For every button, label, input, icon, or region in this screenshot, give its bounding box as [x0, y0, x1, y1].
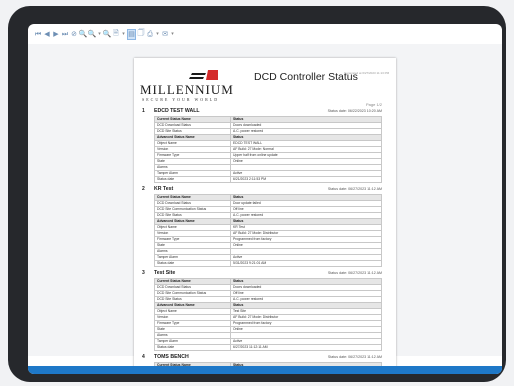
- table-row: Status date 5/31/2023 9:21:01 AM: [154, 260, 382, 267]
- status-table: Current Status Name Status DCD Download St…: [154, 116, 382, 183]
- status-date: Status date: 06/22/2023 10:20 AM: [327, 109, 382, 113]
- last-page-icon[interactable]: ⏭: [61, 28, 69, 40]
- status-table: Current Status Name Status DCD Download St…: [154, 194, 382, 267]
- first-page-icon[interactable]: ⏮: [34, 28, 42, 40]
- status-value-cell: 6/21/2023 2:11:53 PM: [230, 176, 382, 183]
- controller-section: 3 Test Site Status date: 06/27/2023 11:12 …: [142, 270, 382, 351]
- logo-mark-icon: [189, 70, 218, 80]
- chevron-down-icon[interactable]: ▾: [170, 28, 175, 40]
- page-view-icon[interactable]: ▤: [127, 28, 136, 40]
- status-name-cell: Status date: [154, 260, 231, 267]
- status-sections: 1 EDCD TEST WALL Status date: 06/22/2023 1…: [142, 108, 382, 368]
- report-viewer[interactable]: MILLENNIUM SECURE YOUR WORLD DCD Control…: [28, 44, 502, 368]
- logo-tagline: SECURE YOUR WORLD: [142, 97, 220, 102]
- report-page: MILLENNIUM SECURE YOUR WORLD DCD Control…: [134, 58, 396, 368]
- chevron-down-icon[interactable]: ▾: [97, 28, 102, 40]
- logo-word: MILLENNIUM: [140, 82, 234, 97]
- next-page-icon[interactable]: ▶: [52, 28, 60, 40]
- section-header: 2 KR Test Status date: 06/27/2023 11:12 AM: [142, 186, 382, 194]
- screen: ⏮ ◀ ▶ ⏭ ⊘ 🔍 🔍 ▾ 🔍 🗎 ▾ ▤ 🗍 ⎙ ▾ ✉ ▾ MILLEN…: [28, 24, 502, 374]
- print-icon[interactable]: ⎙: [146, 28, 154, 40]
- section-number: 2: [142, 186, 145, 192]
- section-number: 3: [142, 270, 145, 276]
- section-number: 4: [142, 354, 145, 360]
- controller-section: 1 EDCD TEST WALL Status date: 06/22/2023 1…: [142, 108, 382, 183]
- status-table: Current Status Name Status DCD Download St…: [154, 278, 382, 351]
- section-name: KR Test: [154, 186, 174, 192]
- prev-page-icon[interactable]: ◀: [43, 28, 51, 40]
- section-name: EDCD TEST WALL: [154, 108, 200, 114]
- status-value-cell: 6/27/2023 11:12:11 AM: [230, 344, 382, 351]
- section-name: Test Site: [154, 270, 176, 276]
- zoom-in-icon[interactable]: 🔍: [103, 28, 112, 40]
- report-title: DCD Controller Status: [254, 71, 358, 83]
- page-setup-icon[interactable]: 🗎: [112, 28, 120, 40]
- chevron-down-icon[interactable]: ▾: [121, 28, 126, 40]
- section-header: 3 Test Site Status date: 06/27/2023 11:12 …: [142, 270, 382, 278]
- zoom-out-2-icon[interactable]: 🔍: [88, 28, 97, 40]
- company-logo: MILLENNIUM SECURE YOUR WORLD: [140, 68, 250, 104]
- generated-timestamp: Generated at 6/27/2023 11:13 PM: [344, 71, 390, 75]
- stop-icon[interactable]: ⊘: [70, 28, 78, 40]
- status-value-cell: 5/31/2023 9:21:01 AM: [230, 260, 382, 267]
- section-number: 1: [142, 108, 145, 114]
- section-header: 1 EDCD TEST WALL Status date: 06/22/2023 1…: [142, 108, 382, 116]
- section-header: 4 TOMS BENCH Status date: 06/27/2023 11:12…: [142, 354, 382, 362]
- device-frame: ⏮ ◀ ▶ ⏭ ⊘ 🔍 🔍 ▾ 🔍 🗎 ▾ ▤ 🗍 ⎙ ▾ ✉ ▾ MILLEN…: [0, 0, 514, 386]
- bottom-accent-bar: [28, 366, 502, 374]
- table-row: Status date 6/27/2023 11:12:11 AM: [154, 344, 382, 351]
- section-name: TOMS BENCH: [154, 354, 189, 360]
- page-number: Page 1/2: [365, 102, 382, 107]
- status-name-cell: Status date: [154, 344, 231, 351]
- status-date: Status date: 06/27/2023 11:12 AM: [327, 271, 382, 275]
- status-date: Status date: 06/27/2023 11:12 AM: [327, 187, 382, 191]
- chevron-down-icon[interactable]: ▾: [155, 28, 160, 40]
- export-icon[interactable]: ✉: [161, 28, 169, 40]
- zoom-out-icon[interactable]: 🔍: [79, 28, 88, 40]
- status-name-cell: Status date: [154, 176, 231, 183]
- tablet-bezel: ⏮ ◀ ▶ ⏭ ⊘ 🔍 🔍 ▾ 🔍 🗎 ▾ ▤ 🗍 ⎙ ▾ ✉ ▾ MILLEN…: [8, 6, 506, 382]
- one-page-icon[interactable]: 🗍: [137, 28, 145, 40]
- report-toolbar: ⏮ ◀ ▶ ⏭ ⊘ 🔍 🔍 ▾ 🔍 🗎 ▾ ▤ 🗍 ⎙ ▾ ✉ ▾: [28, 24, 502, 44]
- controller-section: 2 KR Test Status date: 06/27/2023 11:12 AM…: [142, 186, 382, 267]
- table-row: Status date 6/21/2023 2:11:53 PM: [154, 176, 382, 183]
- status-date: Status date: 06/27/2023 11:12 AM: [327, 355, 382, 359]
